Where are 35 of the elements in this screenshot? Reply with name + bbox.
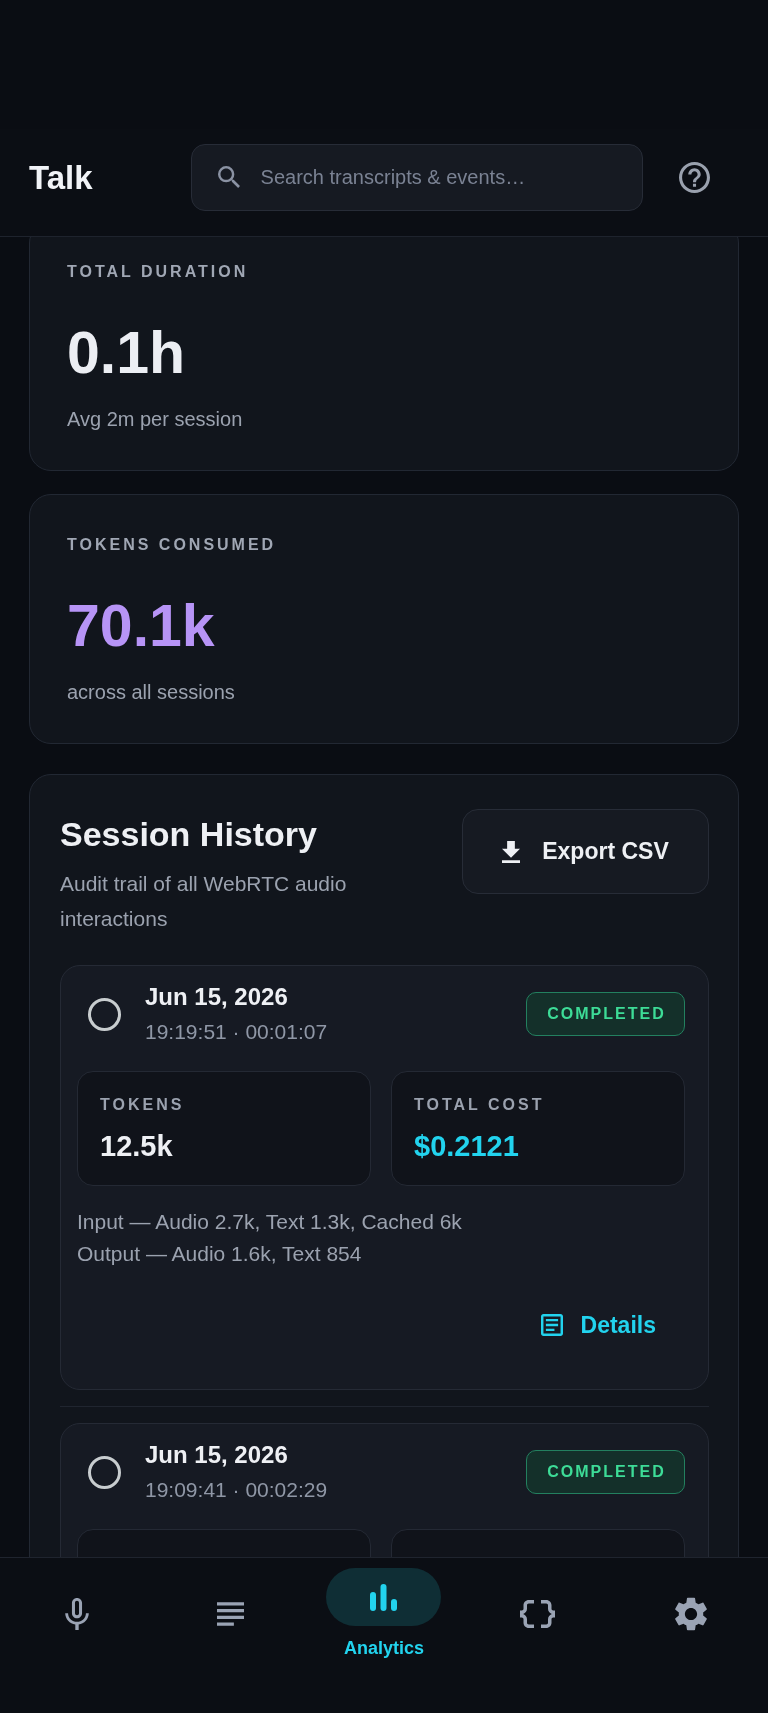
microphone-icon [64,1597,89,1630]
stat-caption: across all sessions [67,680,235,705]
settings-icon [675,1596,708,1631]
help-icon[interactable] [678,162,710,193]
stat-value: 0.1h [67,319,186,388]
status-badge: COMPLETED [526,1450,685,1494]
app-title: Talk [29,157,93,198]
document-icon [540,1314,563,1336]
search-icon [217,166,240,188]
token-breakdown: Input — Audio 2.7k, Text 1.3k, Cached 6k [77,1209,462,1235]
text-lines-icon [216,1601,244,1626]
session-date: Jun 15, 2026 [145,982,288,1012]
radio-button[interactable] [88,1455,121,1489]
details-button[interactable]: Details [524,1301,672,1349]
braces-icon [520,1599,556,1628]
token-breakdown: Output — Audio 1.6k, Text 854 [77,1241,362,1267]
download-icon [502,840,521,863]
stat-value: $0.2121 [414,1129,519,1163]
bar-chart-icon [370,1583,398,1611]
stat-label: TOKENS [100,1095,185,1115]
stat-value: 70.1k [67,592,215,661]
session-date: Jun 15, 2026 [145,1440,288,1470]
session-time: 19:19:51 · 00:01:07 [145,1019,328,1045]
status-badge: COMPLETED [526,992,685,1036]
radio-button[interactable] [88,997,121,1031]
stat-label: TOKENS CONSUMED [67,535,277,555]
stat-value: 12.5k [100,1129,173,1163]
stat-caption: Avg 2m per session [67,407,243,432]
session-time: 19:09:41 · 00:02:29 [145,1477,328,1503]
stat-label: TOTAL DURATION [67,262,249,282]
export-button[interactable]: Export CSV [462,809,709,894]
search-field[interactable]: Search transcripts & events… [190,144,643,211]
section-title: Session History [60,814,317,854]
section-subtitle: Audit trail of all WebRTC audio interactions [60,871,348,932]
stat-label: TOTAL COST [414,1095,545,1115]
